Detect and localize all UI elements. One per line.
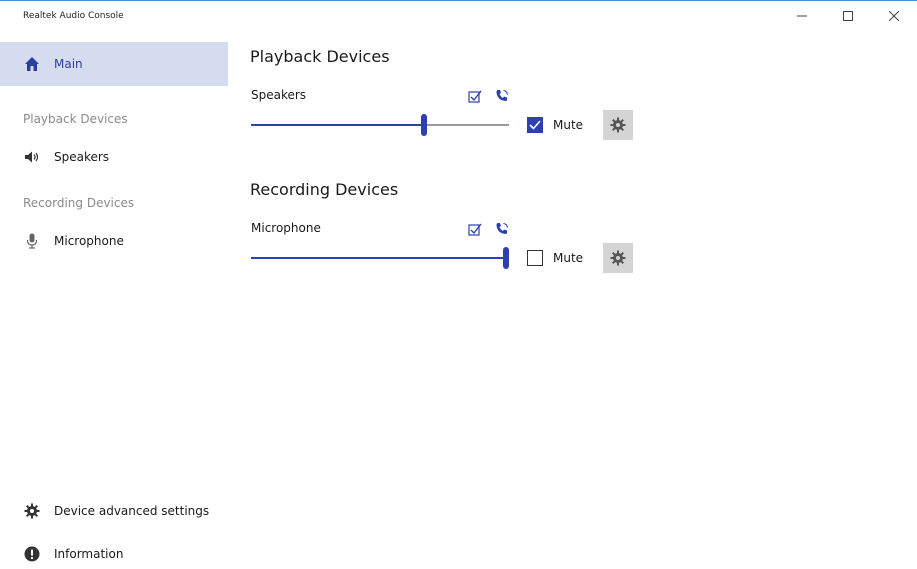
speakers-volume-fill — [251, 124, 424, 126]
sidebar-item-label: Information — [54, 547, 124, 561]
speakers-volume-thumb[interactable] — [420, 114, 427, 136]
microphone-volume-slider[interactable] — [251, 247, 509, 269]
close-icon — [889, 11, 899, 21]
microphone-volume-thumb[interactable] — [503, 247, 509, 269]
playback-section-title: Playback Devices — [250, 47, 390, 66]
speakers-settings-button[interactable] — [603, 110, 633, 140]
recording-section-title: Recording Devices — [250, 180, 399, 199]
checkbox-settings-icon[interactable] — [468, 223, 482, 237]
window-title: Realtek Audio Console — [23, 11, 124, 21]
sidebar-item-main[interactable]: Main — [0, 42, 228, 86]
home-icon — [25, 57, 39, 71]
microphone-mute-label: Mute — [553, 251, 584, 265]
sidebar-item-label: Microphone — [54, 234, 124, 248]
speaker-icon — [24, 149, 40, 165]
maximize-button[interactable] — [825, 1, 871, 31]
microphone-device-name: Microphone — [251, 221, 321, 235]
recording-section-label: Recording Devices — [23, 196, 135, 210]
speakers-mute-label: Mute — [553, 118, 584, 132]
minimize-button[interactable] — [779, 1, 825, 31]
sidebar-item-microphone[interactable]: Microphone — [0, 228, 228, 254]
realtek-audio-console-window: Realtek Audio Console Main Playback Devi… — [0, 0, 917, 569]
maximize-icon — [843, 11, 853, 21]
microphone-icon — [24, 233, 40, 249]
playback-section-label: Playback Devices — [23, 112, 128, 126]
window-controls — [779, 1, 917, 31]
speakers-mute-checkbox[interactable] — [527, 117, 543, 133]
sidebar-item-label: Main — [54, 57, 83, 71]
sidebar-item-label: Speakers — [54, 150, 110, 164]
title-bar: Realtek Audio Console — [0, 1, 917, 31]
sidebar-item-device-advanced-settings[interactable]: Device advanced settings — [0, 498, 228, 524]
info-icon — [24, 546, 40, 562]
speakers-device-name: Speakers — [251, 88, 307, 102]
phone-call-icon[interactable] — [495, 222, 509, 236]
sidebar-item-speakers[interactable]: Speakers — [0, 144, 228, 170]
checkmark-icon — [529, 120, 541, 130]
close-button[interactable] — [871, 1, 917, 31]
phone-call-icon[interactable] — [495, 89, 509, 103]
gear-icon — [610, 117, 626, 133]
gear-icon — [24, 503, 40, 519]
microphone-mute-checkbox[interactable] — [527, 250, 543, 266]
minimize-icon — [797, 15, 807, 17]
microphone-volume-fill — [251, 257, 506, 259]
sidebar-item-label: Device advanced settings — [54, 504, 210, 518]
gear-icon — [610, 250, 626, 266]
sidebar-item-information[interactable]: Information — [0, 541, 228, 567]
checkbox-settings-icon[interactable] — [468, 90, 482, 104]
microphone-settings-button[interactable] — [603, 243, 633, 273]
speakers-volume-slider[interactable] — [251, 114, 509, 136]
sidebar: Main Playback Devices Speakers Recording… — [0, 31, 228, 569]
